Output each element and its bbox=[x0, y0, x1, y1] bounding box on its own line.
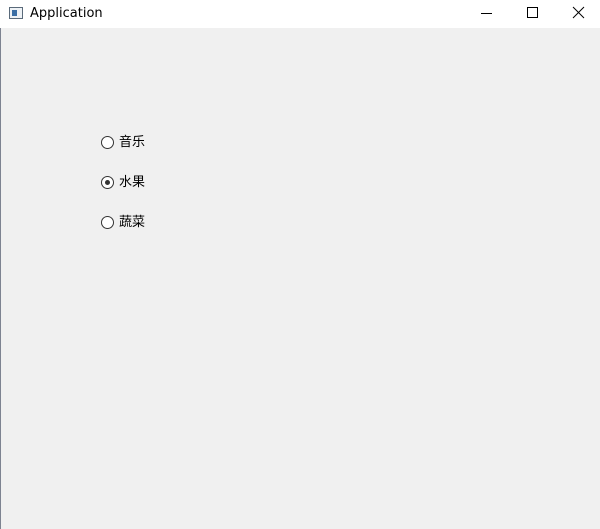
minimize-icon bbox=[481, 13, 492, 14]
radio-button-circle[interactable] bbox=[101, 136, 114, 149]
window-left-border bbox=[0, 28, 1, 529]
radio-label: 音乐 bbox=[119, 135, 146, 150]
maximize-icon bbox=[527, 7, 538, 18]
window-title: Application bbox=[30, 6, 103, 21]
app-window-icon bbox=[9, 7, 23, 19]
radio-selected-dot bbox=[105, 180, 110, 185]
close-icon bbox=[572, 6, 585, 19]
radio-button-circle[interactable] bbox=[101, 176, 114, 189]
minimize-button[interactable] bbox=[463, 0, 509, 28]
maximize-button[interactable] bbox=[509, 0, 555, 28]
application-window: Application 音乐 水果 蔬菜 bbox=[0, 0, 600, 529]
radio-label: 水果 bbox=[119, 175, 146, 190]
radio-button-circle[interactable] bbox=[101, 216, 114, 229]
radio-label: 蔬菜 bbox=[119, 215, 146, 230]
close-button[interactable] bbox=[555, 0, 600, 28]
title-bar[interactable]: Application bbox=[0, 0, 600, 28]
